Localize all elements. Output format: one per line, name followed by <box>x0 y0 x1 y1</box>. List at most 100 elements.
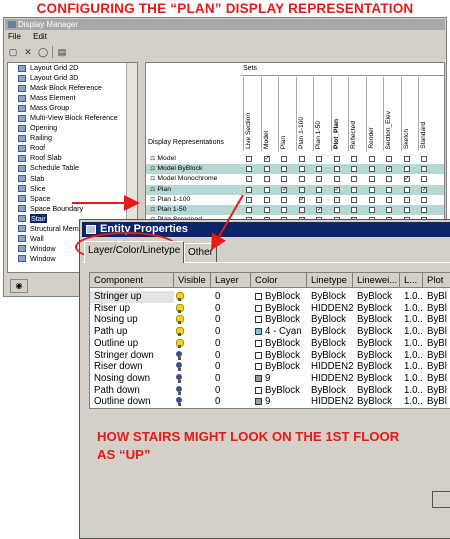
set-checkbox[interactable] <box>281 207 287 213</box>
set-checkbox[interactable] <box>263 186 270 193</box>
lts-cell[interactable]: 1.0... <box>400 326 423 338</box>
display-rep-row[interactable]: Model Monochrome ✓ <box>146 174 444 184</box>
set-checkbox[interactable] <box>263 207 270 213</box>
lineweight-cell[interactable]: ByBlock <box>353 338 400 350</box>
lts-cell[interactable]: 1.0... <box>400 361 423 373</box>
linetype-cell[interactable]: ByBlock <box>307 291 353 303</box>
display-rep-row[interactable]: Plan ✓ ✓ ✓ <box>146 184 444 195</box>
set-checkbox[interactable] <box>351 196 357 203</box>
lts-cell[interactable]: 1.0... <box>400 314 423 326</box>
set-checkbox[interactable] <box>368 176 375 183</box>
tab-layer-color-linetype[interactable]: Layer/Color/Linetype <box>84 241 184 263</box>
lts-cell[interactable]: 1.0... <box>400 373 423 385</box>
plot-cell[interactable]: ByBl <box>423 350 450 362</box>
visibility-bulb-icon[interactable] <box>174 326 211 338</box>
visibility-bulb-icon[interactable] <box>174 361 211 373</box>
lineweight-cell[interactable]: ByBlock <box>353 385 400 397</box>
set-checkbox[interactable]: ✓ <box>386 166 392 173</box>
set-checkbox[interactable]: ✓ <box>263 156 270 162</box>
lts-cell[interactable]: 1.0... <box>400 396 423 408</box>
plot-cell[interactable]: ByBl <box>423 326 450 338</box>
tree-item[interactable]: Opening <box>8 123 137 133</box>
color-cell[interactable]: ByBlock <box>251 361 307 373</box>
set-checkbox[interactable] <box>421 156 427 162</box>
layer-cell[interactable]: 0 <box>211 361 251 373</box>
lineweight-cell[interactable]: ByBlock <box>353 361 400 373</box>
layer-cell[interactable]: 0 <box>211 291 251 303</box>
plot-cell[interactable]: ByBl <box>423 291 450 303</box>
table-row[interactable]: Outline down 0 9 HIDDEN2ByBlock1.0...ByBl <box>90 396 450 408</box>
tree-item[interactable]: Layout Grid 3D <box>8 73 137 83</box>
menu-edit[interactable]: Edit <box>31 32 47 41</box>
visibility-bulb-icon[interactable] <box>174 373 211 385</box>
plot-cell[interactable]: ByBl <box>423 314 450 326</box>
set-column-header[interactable]: Section_Elev <box>383 77 395 151</box>
color-cell[interactable]: ByBlock <box>251 338 307 350</box>
set-checkbox[interactable] <box>386 207 392 213</box>
lineweight-cell[interactable]: ByBlock <box>353 326 400 338</box>
visibility-bulb-icon[interactable] <box>174 291 211 303</box>
set-checkbox[interactable] <box>316 176 322 183</box>
set-checkbox[interactable] <box>298 207 305 213</box>
plot-cell[interactable]: ByBl <box>423 396 450 408</box>
layer-cell[interactable]: 0 <box>211 338 251 350</box>
linetype-cell[interactable]: HIDDEN2 <box>307 373 353 385</box>
column-header[interactable]: L... <box>400 273 423 288</box>
column-header[interactable]: Plot <box>423 273 450 288</box>
set-checkbox[interactable] <box>298 176 305 183</box>
color-cell[interactable]: 9 <box>251 396 307 408</box>
set-checkbox[interactable] <box>403 166 410 173</box>
set-checkbox[interactable] <box>386 176 392 183</box>
set-checkbox[interactable] <box>316 156 322 162</box>
tree-item[interactable]: Mask Block Reference <box>8 83 137 93</box>
tree-item[interactable]: Railing <box>8 133 137 143</box>
linetype-cell[interactable]: ByBlock <box>307 350 353 362</box>
set-checkbox[interactable] <box>368 156 375 162</box>
lineweight-cell[interactable]: ByBlock <box>353 396 400 408</box>
set-checkbox[interactable]: ✓ <box>316 207 322 213</box>
color-cell[interactable]: 4 - Cyan <box>251 326 307 338</box>
layer-cell[interactable]: 0 <box>211 326 251 338</box>
tree-item[interactable]: Multi-View Block Reference <box>8 113 137 123</box>
dialog-button[interactable] <box>432 491 450 508</box>
tree-item[interactable]: Schedule Table <box>8 163 137 173</box>
tree-item[interactable]: Mass Element <box>8 93 137 103</box>
set-column-header[interactable]: Sketch <box>400 77 413 151</box>
layer-cell[interactable]: 0 <box>211 373 251 385</box>
column-header[interactable]: Visible <box>174 273 211 288</box>
column-header[interactable]: Linetype <box>307 273 353 288</box>
set-checkbox[interactable]: ✓ <box>403 176 410 183</box>
set-checkbox[interactable] <box>421 207 427 213</box>
plot-cell[interactable]: ByBl <box>423 385 450 397</box>
set-column-header[interactable]: Live Section <box>243 77 255 151</box>
set-checkbox[interactable] <box>316 166 322 173</box>
linetype-cell[interactable]: ByBlock <box>307 338 353 350</box>
set-checkbox[interactable] <box>281 156 287 162</box>
new-icon[interactable]: ▢ <box>7 46 19 58</box>
linetype-cell[interactable]: HIDDEN2 <box>307 396 353 408</box>
tree-item[interactable]: Slice <box>8 184 137 194</box>
set-checkbox[interactable] <box>333 156 340 162</box>
set-checkbox[interactable] <box>368 186 375 193</box>
table-row[interactable]: Stringer up0ByBlockByBlockByBlock1.0...B… <box>90 291 450 303</box>
tree-item[interactable]: Space <box>8 194 137 204</box>
layer-cell[interactable]: 0 <box>211 314 251 326</box>
set-checkbox[interactable] <box>246 176 252 183</box>
table-row[interactable]: Path up04 - CyanByBlockByBlock1.0...ByBl <box>90 326 450 338</box>
set-checkbox[interactable] <box>386 186 392 193</box>
color-cell[interactable]: ByBlock <box>251 303 307 315</box>
tree-item[interactable]: Roof <box>8 143 137 153</box>
lts-cell[interactable]: 1.0... <box>400 291 423 303</box>
menu-file[interactable]: File <box>6 32 21 41</box>
color-cell[interactable]: ByBlock <box>251 291 307 303</box>
set-checkbox[interactable] <box>333 196 340 203</box>
plot-cell[interactable]: ByBl <box>423 303 450 315</box>
set-checkbox[interactable] <box>281 166 287 173</box>
tree-item[interactable]: Layout Grid 2D <box>8 63 137 73</box>
set-checkbox[interactable] <box>298 186 305 193</box>
linetype-cell[interactable]: ByBlock <box>307 385 353 397</box>
set-checkbox[interactable] <box>403 156 410 162</box>
tree-item[interactable]: Mass Group <box>8 103 137 113</box>
set-checkbox[interactable] <box>246 156 252 162</box>
set-checkbox[interactable] <box>403 207 410 213</box>
